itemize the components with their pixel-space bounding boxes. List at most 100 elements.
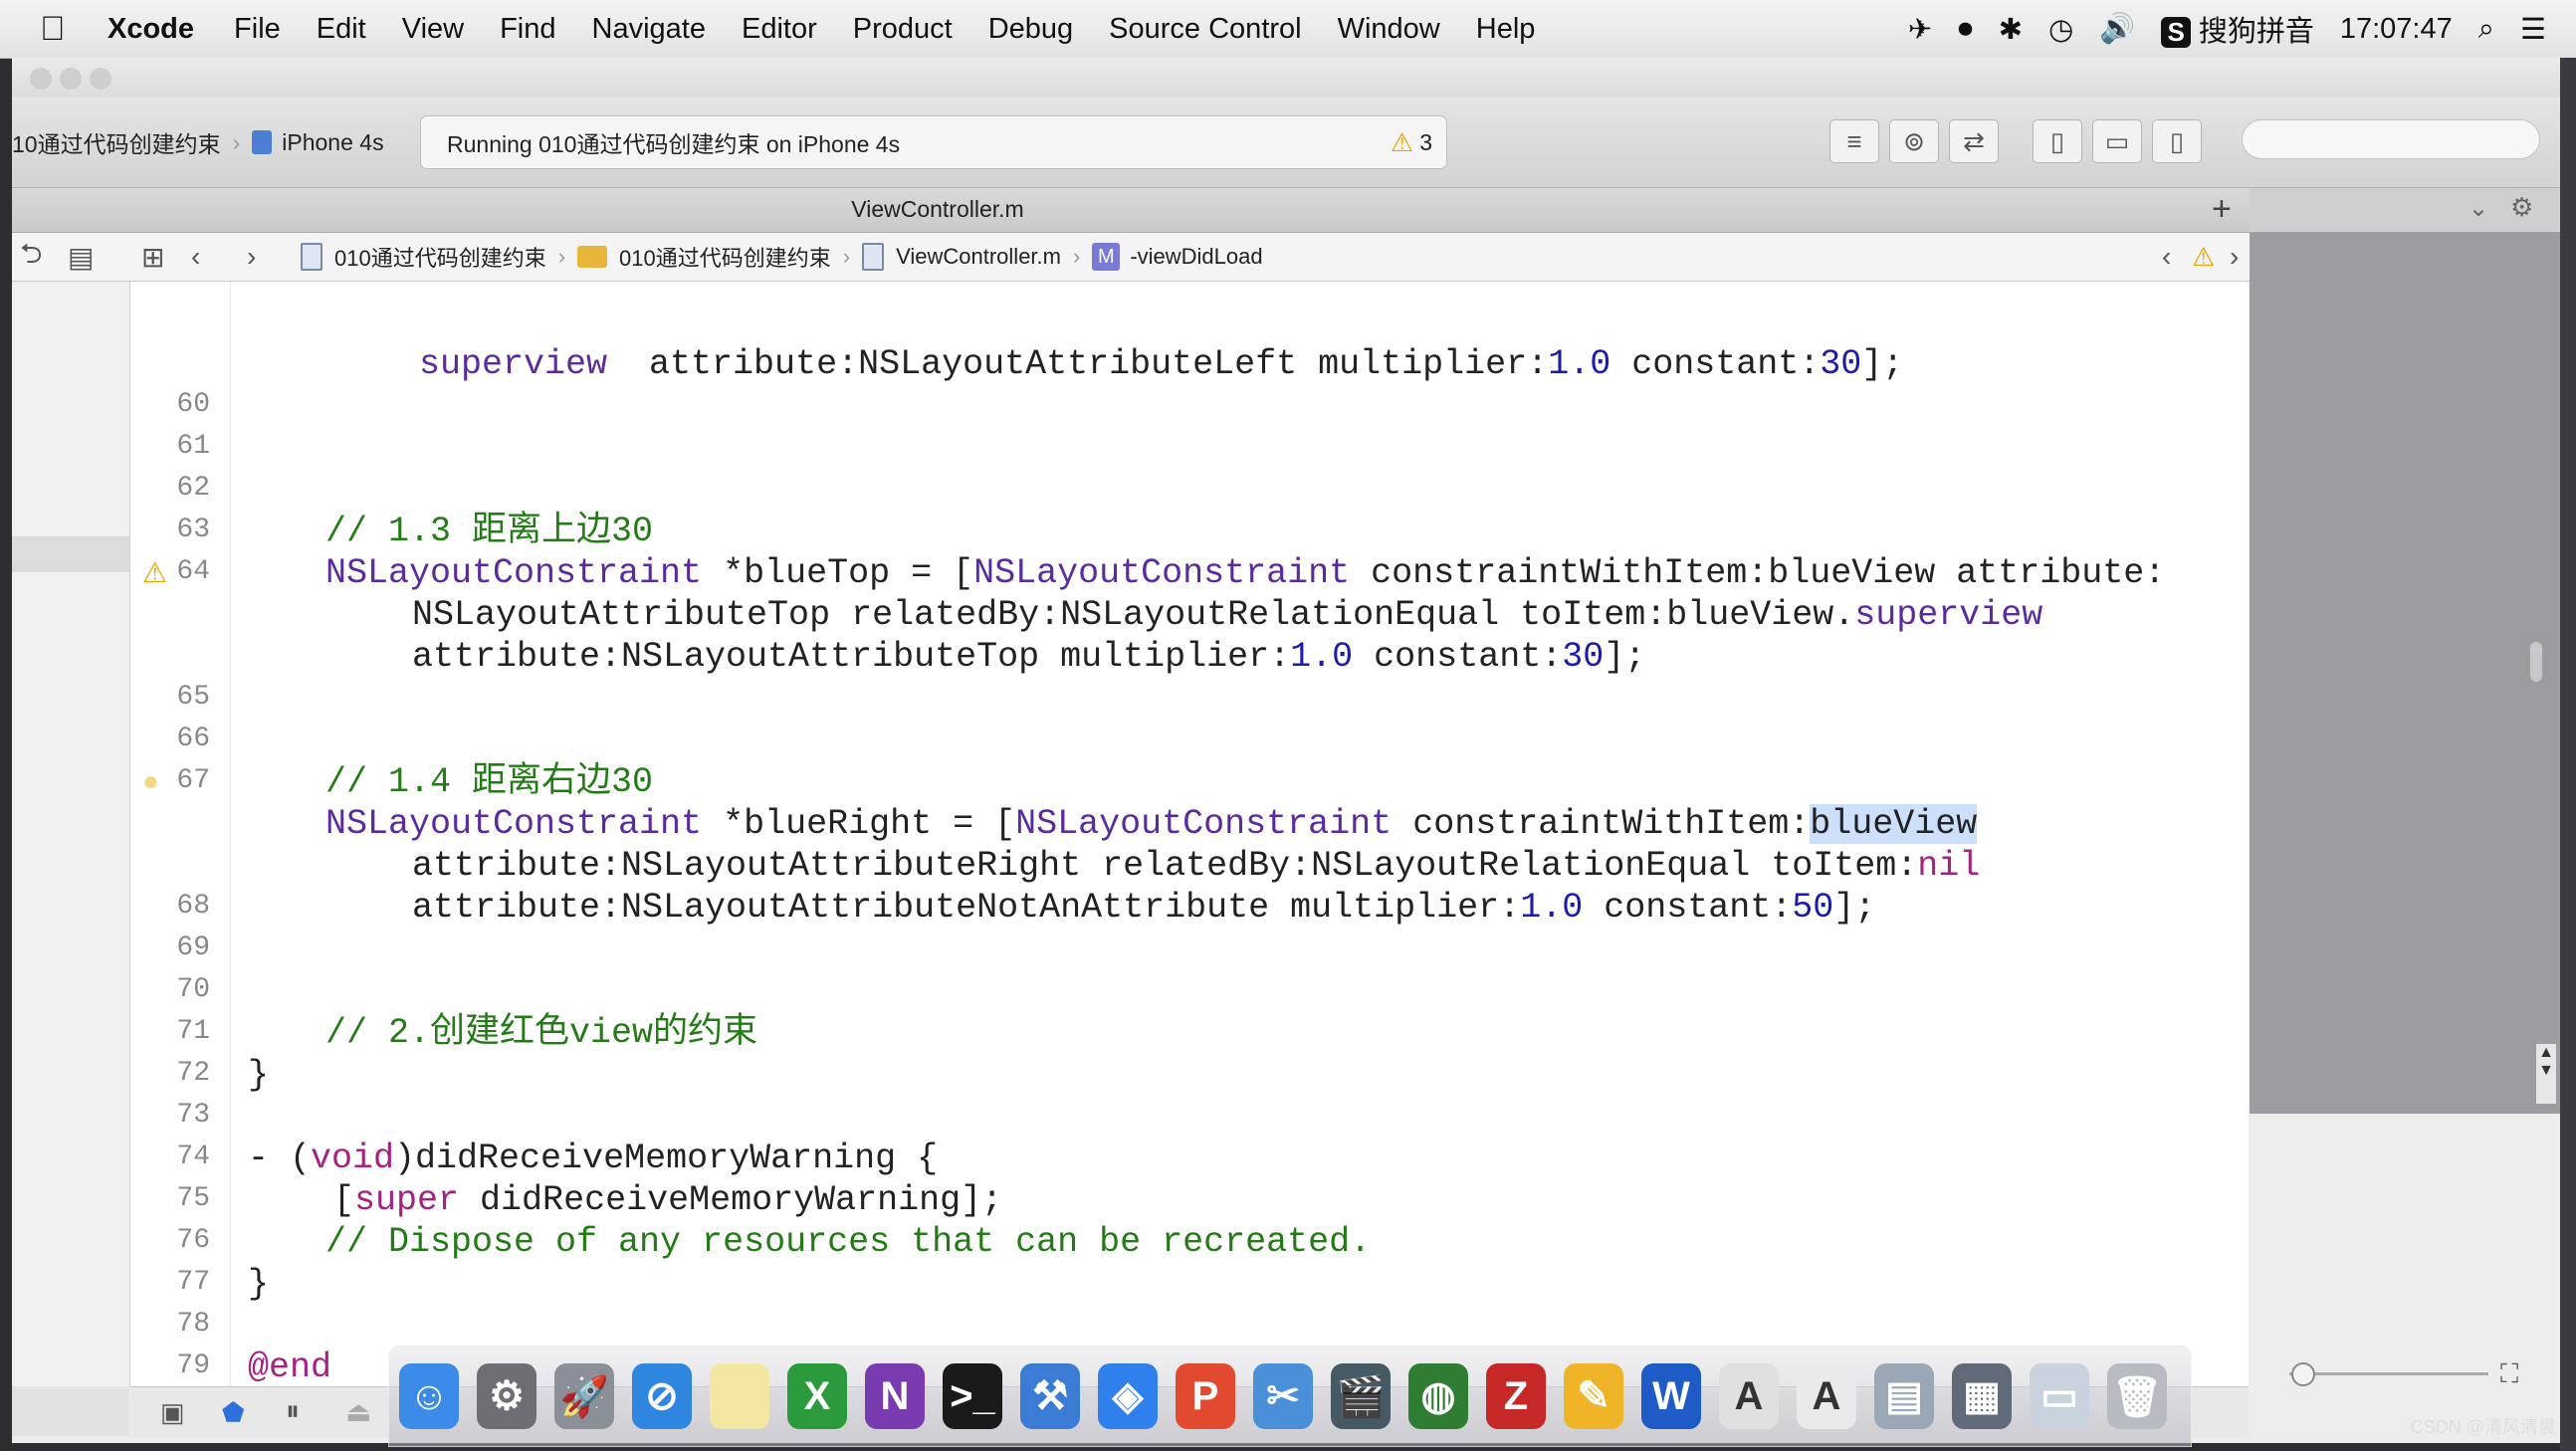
gear-icon[interactable]: ⚙ <box>2510 192 2533 223</box>
line-number: 71 <box>176 1016 210 1047</box>
toggle-debug-area-button[interactable]: ▭ <box>2092 119 2142 163</box>
search-input[interactable] <box>2242 119 2540 159</box>
assistant-editor-button[interactable]: ⊚ <box>1889 119 1939 163</box>
menu-editor[interactable]: Editor <box>742 13 817 46</box>
font-book-icon-2[interactable]: A <box>1797 1363 1856 1429</box>
sogou-icon: S <box>2161 17 2191 48</box>
menu-help[interactable]: Help <box>1476 13 1536 46</box>
safari-icon[interactable]: ⊘ <box>632 1363 692 1429</box>
menu-app-name[interactable]: Xcode <box>107 13 194 46</box>
utilities-area: ⌄ ⚙ ▲ ▼ ⛶ <box>2250 188 2560 1436</box>
screen-record-icon[interactable]: ⏺ <box>1958 13 1973 46</box>
zoom-slider-knob[interactable] <box>2291 1362 2315 1386</box>
breadcrumb: 010通过代码创建约束 › 010通过代码创建约束 › ViewControll… <box>301 233 1263 281</box>
xcode-icon[interactable]: ⚒ <box>1020 1363 1080 1429</box>
scheme-selector[interactable]: 10通过代码创建约束 › iPhone 4s <box>12 119 384 165</box>
documents-stack-icon[interactable]: ▭ <box>2030 1363 2089 1429</box>
related-files-icon[interactable]: ⊞ <box>141 233 164 281</box>
minimize-window-button[interactable] <box>60 68 82 90</box>
launchpad-icon[interactable]: 🚀 <box>554 1363 614 1429</box>
warning-marker-icon[interactable]: ● <box>142 765 159 797</box>
breadcrumb-method[interactable]: -viewDidLoad <box>1130 244 1262 270</box>
input-method-label: 搜狗拼音 <box>2198 16 2314 48</box>
preview-icon[interactable]: ▤ <box>1874 1363 1934 1429</box>
issue-warning-icon[interactable]: ⚠ <box>2192 233 2215 281</box>
step-over-icon[interactable]: ⏏ <box>345 1395 371 1428</box>
spotlight-icon[interactable]: ⌕ <box>2478 13 2494 46</box>
zoom-window-button[interactable] <box>90 68 111 90</box>
apple-menu-icon[interactable]:  <box>40 10 100 49</box>
terminal-icon[interactable]: >_ <box>943 1363 1002 1429</box>
code-line: superview attribute:NSLayoutAttributeLef… <box>419 344 1904 384</box>
app-store-icon[interactable]: ◈ <box>1098 1363 1158 1429</box>
source-editor[interactable]: 60 61 62 63 64 65 66 67 68 69 70 71 72 7… <box>130 282 2249 1386</box>
menu-find[interactable]: Find <box>500 13 555 46</box>
excel-icon[interactable]: X <box>787 1363 847 1429</box>
breadcrumb-group[interactable]: 010通过代码创建约束 <box>619 241 831 273</box>
chevron-right-icon: › <box>232 128 241 155</box>
time-machine-icon[interactable]: ◷ <box>2048 12 2073 47</box>
trash-icon[interactable]: 🗑 <box>2107 1363 2167 1429</box>
word-icon[interactable]: W <box>1641 1363 1701 1429</box>
toggle-navigator-button[interactable]: ▯ <box>2033 119 2082 163</box>
line-number: 75 <box>176 1183 210 1214</box>
fit-to-screen-icon[interactable]: ⛶ <box>2500 1358 2518 1390</box>
toolbar: 10通过代码创建约束 › iPhone 4s Running 010通过代码创建… <box>12 98 2560 188</box>
version-editor-button[interactable]: ⇄ <box>1949 119 1999 163</box>
airplane-icon[interactable]: ✈ <box>1908 12 1932 47</box>
menu-view[interactable]: View <box>402 13 464 46</box>
menu-product[interactable]: Product <box>853 13 953 46</box>
notification-center-icon[interactable]: ☰ <box>2520 12 2546 47</box>
chevron-down-icon[interactable]: ⌄ <box>2469 194 2488 223</box>
menu-navigate[interactable]: Navigate <box>592 13 706 46</box>
zoom-slider-track[interactable] <box>2289 1372 2488 1375</box>
warning-indicator[interactable]: ⚠ 3 <box>1391 127 1432 158</box>
breakpoints-toggle-icon[interactable]: ⬟ <box>222 1397 245 1428</box>
line-number-gutter: 60 61 62 63 64 65 66 67 68 69 70 71 72 7… <box>130 282 231 1386</box>
previous-issue-button[interactable]: ‹ <box>2162 233 2171 281</box>
related-items-icon[interactable]: ⮌ <box>20 233 42 281</box>
method-icon: M <box>1092 243 1121 271</box>
hide-debug-area-icon[interactable]: ▣ <box>160 1397 185 1428</box>
onenote-icon[interactable]: N <box>865 1363 925 1429</box>
system-preferences-icon[interactable]: ⚙ <box>477 1363 537 1429</box>
font-book-icon[interactable]: A <box>1719 1363 1779 1429</box>
toggle-utilities-button[interactable]: ▯ <box>2152 119 2202 163</box>
volume-icon[interactable]: 🔊 <box>2099 12 2135 46</box>
close-window-button[interactable] <box>30 68 52 90</box>
finder-icon[interactable]: ☺ <box>399 1363 459 1429</box>
network-app-icon[interactable]: ◍ <box>1408 1363 1468 1429</box>
stepper-control[interactable]: ▲ ▼ <box>2536 1044 2556 1104</box>
folder-icon <box>577 246 608 268</box>
instruments-icon[interactable]: ✂ <box>1253 1363 1313 1429</box>
menu-window[interactable]: Window <box>1338 13 1440 46</box>
input-method[interactable]: S 搜狗拼音 <box>2161 8 2314 50</box>
notes-icon[interactable] <box>710 1363 769 1429</box>
menu-file[interactable]: File <box>234 13 281 46</box>
forward-button[interactable]: › <box>247 233 256 281</box>
tools-icon[interactable]: ✎ <box>1564 1363 1623 1429</box>
vertical-scrollbar[interactable] <box>2530 642 2542 682</box>
tab-viewcontroller[interactable]: ViewController.m <box>12 196 1863 223</box>
powerpoint-icon[interactable]: P <box>1176 1363 1235 1429</box>
breadcrumb-project[interactable]: 010通过代码创建约束 <box>334 241 546 273</box>
imovie-icon[interactable]: 🎬 <box>1331 1363 1391 1429</box>
menu-debug[interactable]: Debug <box>988 13 1073 46</box>
add-tab-button[interactable]: + <box>2212 190 2232 229</box>
scheme-name: 10通过代码创建约束 <box>12 131 221 157</box>
menu-edit[interactable]: Edit <box>317 13 366 46</box>
clock[interactable]: 17:07:47 <box>2340 13 2453 46</box>
device-icon <box>252 130 273 154</box>
menu-source-control[interactable]: Source Control <box>1109 13 1301 46</box>
next-issue-button[interactable]: › <box>2230 233 2239 281</box>
warning-marker-icon[interactable]: ⚠ <box>142 556 167 589</box>
breadcrumb-file[interactable]: ViewController.m <box>896 244 1061 270</box>
line-number: 61 <box>176 431 210 462</box>
standard-editor-button[interactable]: ≡ <box>1829 119 1879 163</box>
downloads-stack-icon[interactable]: ▦ <box>1952 1363 2012 1429</box>
pause-icon[interactable]: ⏸ <box>286 1395 300 1428</box>
filezilla-icon[interactable]: Z <box>1486 1363 1546 1429</box>
comment-icon[interactable]: ▤ <box>68 233 94 281</box>
bluetooth-icon[interactable]: ✱ <box>1999 12 2023 47</box>
back-button[interactable]: ‹ <box>191 233 200 281</box>
